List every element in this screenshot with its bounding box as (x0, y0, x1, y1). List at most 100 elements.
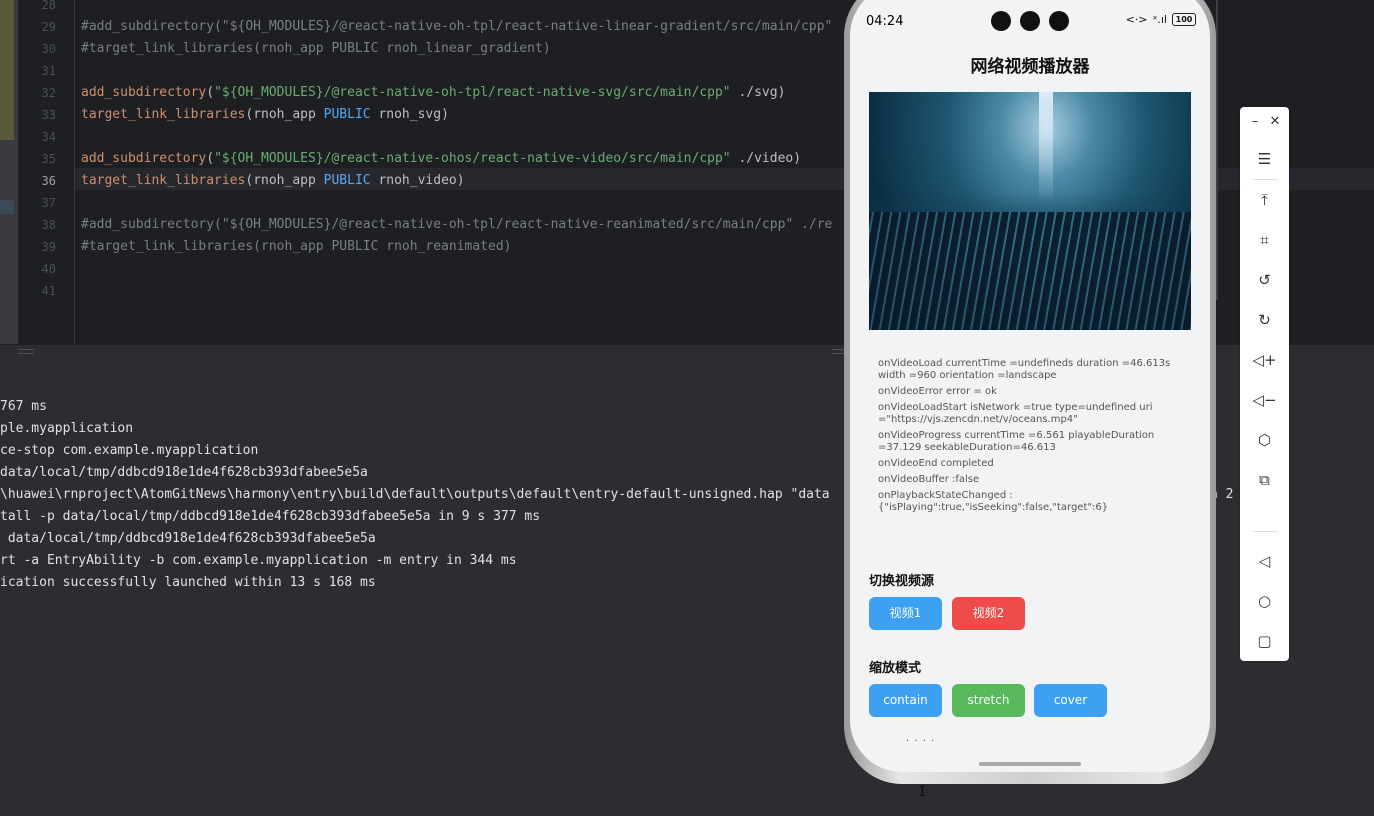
line-number: 38 (41, 218, 56, 232)
console-line: 767 ms (0, 399, 47, 414)
battery-icon: 100 (1172, 13, 1196, 26)
video-seaweed (869, 212, 1191, 330)
signal-icon: ˣ.ıl (1152, 13, 1168, 26)
change-marker (0, 0, 14, 140)
status-icons: <·> ˣ.ıl 100 (1126, 13, 1196, 26)
code-token: ./svg) (730, 85, 786, 100)
console-line: ce-stop com.example.myapplication (0, 443, 259, 458)
code-token: add_subdirectory (81, 151, 207, 166)
video1-button[interactable]: 视频1 (869, 597, 942, 630)
code-token: target_link_libraries (81, 107, 246, 122)
app-title: 网络视频播放器 (970, 57, 1090, 77)
event-log-entry: onVideoLoad currentTime =undefineds dura… (878, 358, 1171, 381)
recents-icon[interactable]: ▢ (1240, 626, 1289, 656)
console-line: data/local/tmp/ddbcd918e1de4f628cb393dfa… (0, 531, 376, 546)
event-log: onVideoLoad currentTime =undefineds dura… (878, 358, 1178, 518)
video2-button[interactable]: 视频2 (952, 597, 1025, 630)
code-token: "${OH_MODULES}/@react-native-oh-tpl/reac… (214, 85, 731, 100)
console-line: tall -p data/local/tmp/ddbcd918e1de4f628… (0, 509, 541, 524)
line-number: 40 (41, 262, 56, 276)
network-icon: <·> (1125, 13, 1148, 26)
line-number-gutter: 28 29 30 31 32 33 34 35 36 37 38 39 40 41 (18, 0, 75, 344)
code-line[interactable]: target_link_libraries(rnoh_app PUBLIC rn… (81, 170, 465, 192)
code-line[interactable]: add_subdirectory("${OH_MODULES}/@react-n… (81, 148, 801, 170)
code-token: (rnoh_app (245, 107, 324, 122)
event-log-entry: onVideoProgress currentTime =6.561 playa… (878, 430, 1155, 453)
line-number: 29 (41, 20, 56, 34)
volume-up-icon[interactable]: ◁+ (1240, 345, 1289, 375)
more-content-dots: · · · · (906, 736, 936, 747)
code-token: rnoh_video) (370, 173, 465, 188)
code-line[interactable]: #target_link_libraries(rnoh_app PUBLIC r… (81, 38, 551, 60)
home-indicator[interactable] (979, 762, 1081, 766)
toolbar-divider (1252, 179, 1277, 180)
rotate-left-icon[interactable]: ↺ (1240, 265, 1289, 295)
line-number: 37 (41, 196, 56, 210)
video-light-beam (1039, 92, 1053, 202)
code-line[interactable]: target_link_libraries(rnoh_app PUBLIC rn… (81, 104, 449, 126)
console-line: ple.myapplication (0, 421, 134, 436)
video-player[interactable] (869, 92, 1191, 330)
code-token: #add_subdirectory("${OH_MODULES}/@react-… (81, 217, 833, 232)
code-token: #target_link_libraries(rnoh_app PUBLIC r… (81, 41, 551, 56)
console-line: rt -a EntryAbility -b com.example.myappl… (0, 553, 517, 568)
console-line: ication successfully launched within 13 … (0, 575, 376, 590)
code-line[interactable]: add_subdirectory("${OH_MODULES}/@react-n… (81, 82, 785, 104)
event-log-entry: onVideoBuffer :false (878, 474, 980, 485)
line-number: 31 (41, 64, 56, 78)
editor-scrollbar[interactable] (1216, 0, 1218, 300)
event-log-entry: onPlaybackStateChanged : {"isPlaying":tr… (878, 490, 1109, 513)
line-number: 41 (41, 284, 56, 298)
code-line[interactable]: #add_subdirectory("${OH_MODULES}/@react-… (81, 214, 832, 236)
line-number: 34 (41, 130, 56, 144)
shake-icon[interactable]: ⬡ (1240, 425, 1289, 455)
resize-mode-label: 缩放模式 (869, 661, 922, 676)
toolbar-divider (1252, 531, 1277, 532)
console-line: data/local/tmp/ddbcd918e1de4f628cb393dfa… (0, 465, 368, 480)
code-token: PUBLIC (323, 107, 371, 122)
line-number: 39 (41, 240, 56, 254)
code-line[interactable]: #add_subdirectory("${OH_MODULES}/@react-… (81, 16, 832, 38)
text-cursor-icon: I (918, 784, 927, 800)
home-icon[interactable]: ○ (1240, 586, 1289, 616)
multi-screen-icon[interactable]: ⧉ (1240, 465, 1289, 495)
emulator-toolbar: – ✕ ☰ ⤒ ⌗ ↺ ↻ ◁+ ◁− ⬡ ⧉ ◁ ○ ▢ (1240, 107, 1289, 661)
code-token: add_subdirectory (81, 85, 207, 100)
code-token: #target_link_libraries(rnoh_app PUBLIC r… (81, 239, 512, 254)
splitter-grip (18, 349, 34, 354)
code-token: "${OH_MODULES}/@react-native-ohos/react-… (214, 151, 731, 166)
stretch-button[interactable]: stretch (952, 684, 1025, 717)
code-token: PUBLIC (323, 173, 371, 188)
minimize-icon[interactable]: – (1246, 111, 1264, 133)
volume-down-icon[interactable]: ◁− (1240, 385, 1289, 415)
code-token: rnoh_svg) (370, 107, 449, 122)
change-marker (0, 200, 14, 214)
line-number: 30 (41, 42, 56, 56)
status-bar: 04:24 <·> ˣ.ıl 100 (866, 10, 1196, 34)
line-number: 36 (41, 174, 56, 188)
code-token: ( (206, 85, 215, 100)
event-log-entry: onVideoError error = ok (878, 386, 997, 397)
back-icon[interactable]: ◁ (1240, 546, 1289, 576)
menu-icon[interactable]: ☰ (1240, 144, 1289, 174)
close-icon[interactable]: ✕ (1266, 111, 1284, 133)
crop-icon[interactable]: ⌗ (1240, 225, 1289, 255)
code-area[interactable]: #add_subdirectory("${OH_MODULES}/@react-… (81, 0, 861, 344)
editor-left-strip (0, 0, 18, 344)
event-log-entry: onVideoEnd completed (878, 458, 994, 469)
pin-top-icon[interactable]: ⤒ (1240, 185, 1289, 215)
contain-button[interactable]: contain (869, 684, 942, 717)
line-number: 35 (41, 152, 56, 166)
line-number: 32 (41, 86, 56, 100)
code-line[interactable]: #target_link_libraries(rnoh_app PUBLIC r… (81, 236, 511, 258)
rotate-right-icon[interactable]: ↻ (1240, 305, 1289, 335)
code-token: #add_subdirectory("${OH_MODULES}/@react-… (81, 19, 833, 34)
phone-screen[interactable]: 04:24 <·> ˣ.ıl 100 网络视频播放器 onVideoLoad c… (850, 0, 1210, 772)
code-token: ./video) (730, 151, 802, 166)
cover-button[interactable]: cover (1034, 684, 1107, 717)
line-number: 33 (41, 108, 56, 122)
camera-icon (1020, 11, 1040, 31)
code-token: (rnoh_app (245, 173, 324, 188)
line-number: 28 (41, 0, 56, 12)
camera-icon (991, 11, 1011, 31)
